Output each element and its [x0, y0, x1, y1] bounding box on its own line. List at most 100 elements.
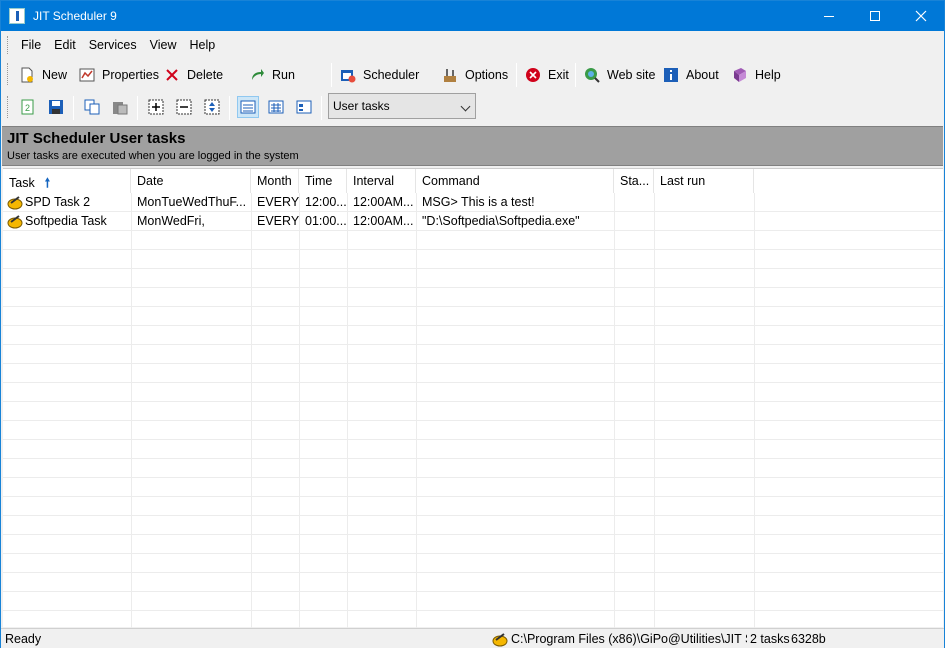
grid-line	[3, 382, 943, 383]
column-header-task[interactable]: Task 🠕	[3, 169, 131, 193]
chevron-down-icon	[460, 101, 471, 112]
column-header-date[interactable]: Date	[131, 169, 251, 193]
new-label: New	[42, 68, 68, 82]
sort-up-icon: 🠕	[44, 176, 51, 190]
column-header-interval[interactable]: Interval	[347, 169, 416, 193]
cell-time: 01:00...	[305, 214, 347, 228]
toolbar-separator	[575, 63, 576, 87]
cell-interval: 12:00AM...	[353, 195, 414, 209]
minimize-button[interactable]	[806, 1, 852, 31]
grid-line	[416, 193, 417, 628]
paste-button[interactable]	[109, 96, 131, 118]
menu-services[interactable]: Services	[89, 38, 137, 52]
grid-line	[347, 193, 348, 628]
exit-icon	[526, 68, 540, 82]
title-bar[interactable]: JIT Scheduler 9	[1, 1, 944, 31]
svg-text:2: 2	[25, 103, 30, 113]
delete-button[interactable]: Delete	[164, 63, 223, 87]
details-view-icon	[240, 100, 256, 114]
status-bar: Ready C:\Program Files (x86)\GiPo@Utilit…	[1, 628, 944, 648]
scheduler-button[interactable]: Scheduler	[340, 63, 419, 87]
toolbar-grip	[7, 63, 10, 85]
grid-line	[614, 193, 615, 628]
menu-file[interactable]: File	[21, 38, 41, 52]
view-details-button[interactable]	[237, 96, 259, 118]
refresh-button[interactable]: 2	[17, 96, 39, 118]
close-button[interactable]	[898, 1, 944, 31]
list-header: Task 🠕 Date Month Time Interval Command S…	[3, 169, 943, 193]
about-info-icon	[664, 68, 678, 82]
grid-line	[251, 193, 252, 628]
status-task-count: 2 tasks	[750, 632, 790, 646]
grid-line	[3, 211, 943, 212]
list-body: SPD Task 2 MonTueWedThuF... EVERY 12:00.…	[3, 193, 943, 628]
table-row[interactable]: SPD Task 2 MonTueWedThuF... EVERY 12:00.…	[3, 193, 943, 212]
menu-edit[interactable]: Edit	[54, 38, 76, 52]
save-button[interactable]	[45, 96, 67, 118]
grid-line	[3, 249, 943, 250]
view-grid-button[interactable]	[265, 96, 287, 118]
collapse-button[interactable]	[173, 96, 195, 118]
grid-line	[3, 515, 943, 516]
column-header-command[interactable]: Command	[416, 169, 614, 193]
grid-line	[754, 193, 755, 628]
run-button[interactable]: Run	[249, 63, 295, 87]
about-label: About	[686, 68, 719, 82]
task-type-value: User tasks	[333, 99, 390, 113]
column-header-status[interactable]: Sta...	[614, 169, 654, 193]
options-label: Options	[465, 68, 509, 82]
website-button[interactable]: Web site	[584, 63, 655, 87]
maximize-button[interactable]	[852, 1, 898, 31]
grid-line	[3, 306, 943, 307]
column-header-time[interactable]: Time	[299, 169, 347, 193]
scheduler-icon	[341, 70, 356, 83]
cell-month: EVERY	[257, 195, 300, 209]
column-label: Task	[9, 176, 35, 190]
menu-help[interactable]: Help	[190, 38, 216, 52]
help-book-icon	[734, 68, 746, 82]
globe-icon	[585, 68, 600, 83]
view-list-button[interactable]	[293, 96, 315, 118]
task-type-select[interactable]: User tasks	[328, 93, 476, 119]
expand-button[interactable]	[145, 96, 167, 118]
help-label: Help	[755, 68, 781, 82]
scheduler-label: Scheduler	[363, 68, 420, 82]
cell-command: MSG> This is a test!	[422, 195, 535, 209]
column-header-last-run[interactable]: Last run	[654, 169, 754, 193]
exit-button[interactable]: Exit	[525, 63, 569, 87]
properties-button[interactable]: Properties	[79, 63, 159, 87]
new-button[interactable]: New	[19, 63, 67, 87]
run-label: Run	[272, 68, 295, 82]
plus-box-icon	[148, 99, 164, 115]
task-list[interactable]: Task 🠕 Date Month Time Interval Command S…	[3, 168, 943, 628]
menu-view[interactable]: View	[150, 38, 177, 52]
column-header-month[interactable]: Month	[251, 169, 299, 193]
cell-date: MonWedFri,	[137, 214, 205, 228]
delete-label: Delete	[187, 68, 224, 82]
grid-line	[3, 610, 943, 611]
exit-label: Exit	[548, 68, 569, 82]
table-row[interactable]: Softpedia Task MonWedFri, EVERY 01:00...…	[3, 212, 943, 231]
properties-icon	[79, 68, 95, 82]
properties-label: Properties	[102, 68, 159, 82]
options-button[interactable]: Options	[442, 63, 508, 87]
grid-line	[3, 553, 943, 554]
run-arrow-icon	[252, 69, 264, 80]
about-button[interactable]: About	[663, 63, 719, 87]
menu-grip	[7, 36, 10, 54]
cell-month: EVERY	[257, 214, 300, 228]
minus-box-icon	[176, 99, 192, 115]
copy-button[interactable]	[81, 96, 103, 118]
main-toolbar: New Properties Delete Run Scheduler Opti…	[1, 59, 944, 91]
cell-command: "D:\Softpedia\Softpedia.exe"	[422, 214, 580, 228]
app-icon	[9, 8, 25, 24]
app-window: JIT Scheduler 9 File Edit Services View …	[0, 0, 945, 648]
grid-line	[3, 420, 943, 421]
toolbar-separator	[331, 63, 332, 87]
menu-bar: File Edit Services View Help	[1, 33, 944, 57]
cell-task: Softpedia Task	[25, 214, 107, 228]
help-button[interactable]: Help	[732, 63, 781, 87]
sort-button[interactable]	[201, 96, 223, 118]
grid-line	[3, 325, 943, 326]
website-label: Web site	[607, 68, 656, 82]
